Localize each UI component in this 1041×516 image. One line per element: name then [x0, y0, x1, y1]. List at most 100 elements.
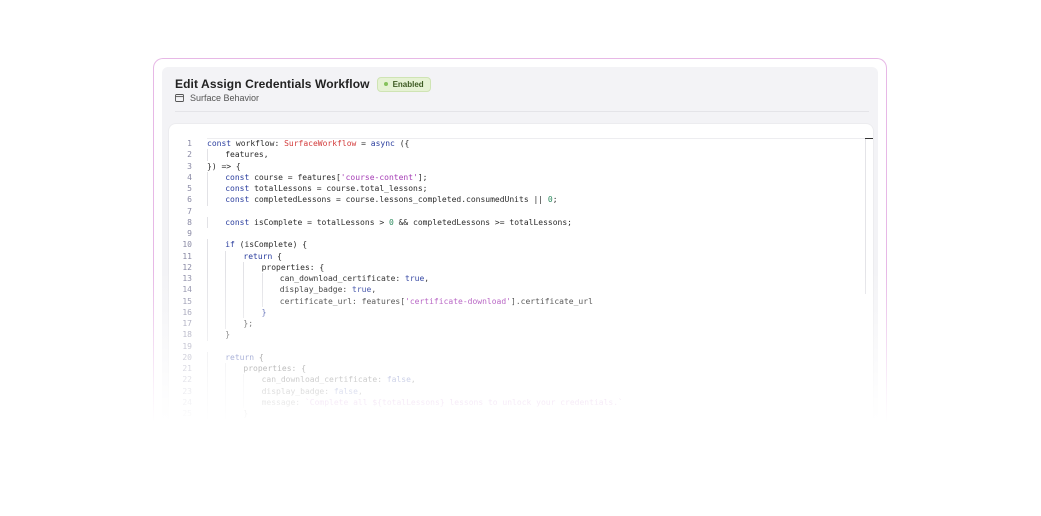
indent-guide	[261, 284, 263, 296]
code-token: display_badge:	[261, 386, 334, 396]
code-text: }	[225, 329, 230, 340]
code-line: 5 const totalLessons = course.total_lesso…	[169, 183, 873, 195]
code-line: 8 const isComplete = totalLessons > 0 && …	[169, 216, 873, 228]
code-editor[interactable]: 1 const workflow: SurfaceWorkflow = async…	[168, 123, 874, 440]
code-token: can_download_certificate:	[261, 375, 387, 385]
code-token: course = features[	[254, 172, 341, 182]
code-line: 12 properties: {	[169, 261, 873, 273]
indent-guide	[207, 329, 208, 341]
code-token: const	[207, 139, 236, 148]
code-token: certificate_url: features[	[279, 296, 406, 306]
code-line: 9	[169, 228, 873, 239]
indent-guide	[207, 273, 208, 285]
indent-guide	[225, 385, 227, 397]
indent-guide	[225, 273, 227, 285]
code-token: true	[352, 285, 372, 295]
indent-guide	[243, 306, 245, 318]
code-token: }	[261, 307, 267, 317]
code-token: features,	[225, 150, 269, 160]
indent-guide	[243, 385, 245, 397]
code-token: ].certificate_url	[511, 296, 593, 306]
code-token: const	[225, 195, 255, 205]
line-number: 7	[187, 206, 192, 216]
indent-guide	[243, 284, 245, 296]
code-token: };	[243, 319, 254, 328]
indent-guide	[243, 295, 245, 307]
indent-guide	[225, 284, 227, 296]
code-token: 'certificate-download'	[405, 296, 511, 306]
code-token: workflow:	[235, 139, 285, 148]
indent-guide	[207, 396, 208, 408]
indent-guide	[207, 408, 208, 420]
workflow-panel: Edit Assign Credentials Workflow Enabled…	[162, 67, 878, 440]
code-text: can_download_certificate: true,	[280, 273, 429, 284]
line-number: 8	[187, 217, 192, 227]
code-text: return {	[225, 352, 264, 363]
indent-guide	[207, 171, 208, 183]
code-token: {	[272, 251, 282, 261]
code-token: if	[225, 240, 235, 250]
line-number: 12	[182, 262, 192, 272]
code-token: =	[356, 139, 371, 148]
code-text: properties: {	[243, 363, 306, 374]
indent-guide	[207, 284, 208, 296]
code-line: 23 display_badge: false,	[169, 385, 873, 397]
code-token: properties: {	[243, 364, 307, 373]
line-number: 16	[182, 307, 192, 317]
code-token: ,	[424, 274, 430, 283]
code-text: const course = features['course-content'…	[225, 172, 427, 183]
code-line: 2 features,	[169, 149, 873, 161]
line-number: 6	[187, 195, 192, 205]
indent-guide	[243, 374, 245, 386]
line-number: 4	[187, 172, 192, 182]
code-line: 24 message: `Complete all ${totalLessons}…	[169, 396, 873, 408]
status-dot-icon	[383, 82, 388, 86]
indent-guide	[225, 318, 227, 330]
code-line: 15 certificate_url: features['certificate…	[169, 295, 873, 307]
code-token: can_download_certificate:	[279, 274, 406, 283]
code-lines: 1 const workflow: SurfaceWorkflow = async…	[169, 138, 873, 420]
indent-guide	[207, 216, 208, 228]
page-title: Edit Assign Credentials Workflow	[175, 77, 370, 91]
indent-guide	[207, 183, 208, 195]
code-token: display_badge:	[279, 285, 353, 295]
indent-guide	[225, 396, 227, 408]
code-token: const	[225, 184, 255, 193]
subtitle-row: Surface Behavior	[175, 91, 259, 105]
indent-guide	[225, 408, 227, 420]
code-token: }	[225, 330, 231, 340]
code-text: message: `Complete all ${totalLessons} l…	[262, 397, 623, 408]
code-token: false	[333, 386, 358, 396]
code-line: 22 can_download_certificate: false,	[169, 374, 873, 386]
indent-guide	[225, 295, 227, 307]
indent-guide	[207, 250, 208, 262]
code-token: }	[243, 409, 249, 418]
indent-guide	[207, 363, 208, 375]
code-text: const isComplete = totalLessons > 0 && c…	[225, 217, 572, 228]
code-line: 20 return {	[169, 351, 873, 363]
line-number: 21	[182, 364, 192, 373]
line-number: 5	[187, 184, 192, 193]
indent-guide	[207, 385, 208, 397]
header-divider	[175, 111, 869, 112]
indent-guide	[207, 149, 208, 161]
line-number: 18	[182, 330, 192, 340]
code-token: return	[225, 352, 255, 362]
code-line: 6 const completedLessons = course.lessons…	[169, 194, 873, 206]
code-text: const totalLessons = course.total_lesson…	[225, 183, 427, 194]
code-line: 1 const workflow: SurfaceWorkflow = async…	[169, 138, 873, 149]
line-number: 20	[182, 352, 192, 362]
code-text: display_badge: true,	[280, 284, 376, 295]
code-text: };	[243, 318, 253, 329]
line-number: 24	[182, 397, 192, 407]
indent-guide	[225, 306, 227, 318]
code-token: }) => {	[207, 161, 241, 171]
code-text: }) => {	[207, 161, 241, 172]
line-number: 9	[187, 229, 192, 238]
indent-guide	[207, 239, 208, 251]
indent-guide	[207, 318, 208, 330]
code-text: const workflow: SurfaceWorkflow = async …	[207, 138, 409, 149]
indent-guide	[225, 261, 227, 273]
indent-guide	[243, 396, 245, 408]
indent-guide	[207, 295, 208, 307]
